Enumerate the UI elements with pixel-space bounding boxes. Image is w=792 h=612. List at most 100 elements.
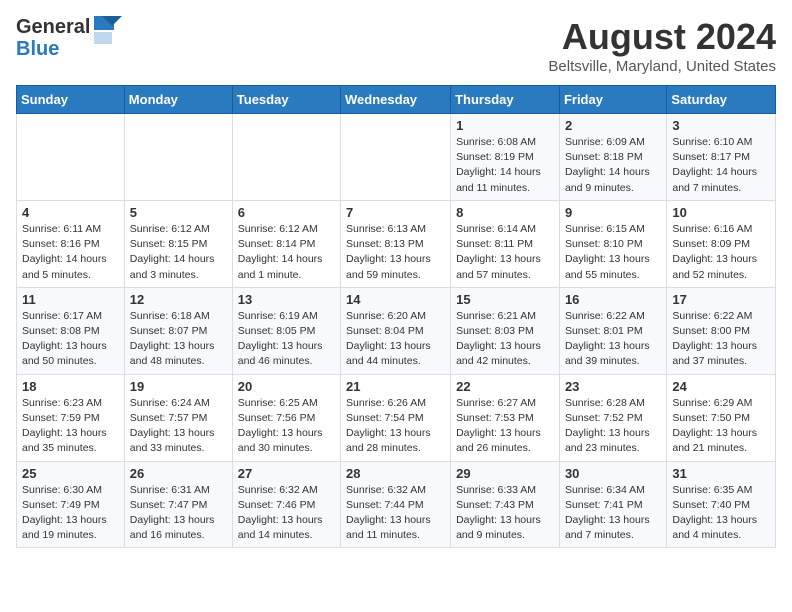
day-info: Sunrise: 6:08 AM Sunset: 8:19 PM Dayligh… (456, 135, 554, 196)
day-info: Sunrise: 6:35 AM Sunset: 7:40 PM Dayligh… (672, 483, 770, 544)
day-info: Sunrise: 6:12 AM Sunset: 8:14 PM Dayligh… (238, 222, 335, 283)
calendar-cell: 17 Sunrise: 6:22 AM Sunset: 8:00 PM Dayli… (667, 287, 776, 374)
day-number: 7 (346, 205, 445, 220)
day-info: Sunrise: 6:13 AM Sunset: 8:13 PM Dayligh… (346, 222, 445, 283)
calendar-cell (232, 114, 340, 201)
day-info: Sunrise: 6:24 AM Sunset: 7:57 PM Dayligh… (130, 396, 227, 457)
calendar-table: SundayMondayTuesdayWednesdayThursdayFrid… (16, 85, 776, 548)
calendar-cell: 25Sunrise: 6:30 AM Sunset: 7:49 PM Dayli… (17, 461, 125, 548)
day-number: 8 (456, 205, 554, 220)
day-info: Sunrise: 6:27 AM Sunset: 7:53 PM Dayligh… (456, 396, 554, 457)
calendar-cell: 15Sunrise: 6:21 AM Sunset: 8:03 PM Dayli… (451, 287, 560, 374)
day-number: 27 (238, 466, 335, 481)
logo: GeneralBlue (16, 16, 122, 60)
day-info: Sunrise: 6:33 AM Sunset: 7:43 PM Dayligh… (456, 483, 554, 544)
calendar-cell: 16Sunrise: 6:22 AM Sunset: 8:01 PM Dayli… (559, 287, 666, 374)
column-header-thursday: Thursday (451, 86, 560, 114)
calendar-cell: 27 Sunrise: 6:32 AM Sunset: 7:46 PM Dayli… (232, 461, 340, 548)
title-block: August 2024 Beltsville, Maryland, United… (548, 16, 776, 75)
day-number: 31 (672, 466, 770, 481)
day-info: Sunrise: 6:30 AM Sunset: 7:49 PM Dayligh… (22, 483, 119, 544)
day-number: 9 (565, 205, 661, 220)
day-info: Sunrise: 6:10 AM Sunset: 8:17 PM Dayligh… (672, 135, 770, 196)
calendar-week-row: 4 Sunrise: 6:11 AM Sunset: 8:16 PM Daylig… (17, 200, 776, 287)
day-number: 10 (672, 205, 770, 220)
calendar-cell: 14 Sunrise: 6:20 AM Sunset: 8:04 PM Dayli… (341, 287, 451, 374)
day-number: 14 (346, 292, 445, 307)
day-number: 5 (130, 205, 227, 220)
day-info: Sunrise: 6:20 AM Sunset: 8:04 PM Dayligh… (346, 309, 445, 370)
calendar-week-row: 11 Sunrise: 6:17 AM Sunset: 8:08 PM Dayli… (17, 287, 776, 374)
calendar-cell (124, 114, 232, 201)
day-info: Sunrise: 6:14 AM Sunset: 8:11 PM Dayligh… (456, 222, 554, 283)
calendar-cell: 11 Sunrise: 6:17 AM Sunset: 8:08 PM Dayli… (17, 287, 125, 374)
calendar-cell: 7 Sunrise: 6:13 AM Sunset: 8:13 PM Daylig… (341, 200, 451, 287)
calendar-week-row: 25Sunrise: 6:30 AM Sunset: 7:49 PM Dayli… (17, 461, 776, 548)
day-number: 24 (672, 379, 770, 394)
column-header-tuesday: Tuesday (232, 86, 340, 114)
day-number: 16 (565, 292, 661, 307)
day-info: Sunrise: 6:09 AM Sunset: 8:18 PM Dayligh… (565, 135, 661, 196)
column-header-saturday: Saturday (667, 86, 776, 114)
day-number: 23 (565, 379, 661, 394)
day-info: Sunrise: 6:17 AM Sunset: 8:08 PM Dayligh… (22, 309, 119, 370)
day-number: 13 (238, 292, 335, 307)
calendar-cell: 21 Sunrise: 6:26 AM Sunset: 7:54 PM Dayli… (341, 374, 451, 461)
day-number: 26 (130, 466, 227, 481)
day-info: Sunrise: 6:28 AM Sunset: 7:52 PM Dayligh… (565, 396, 661, 457)
day-number: 22 (456, 379, 554, 394)
column-header-sunday: Sunday (17, 86, 125, 114)
day-info: Sunrise: 6:25 AM Sunset: 7:56 PM Dayligh… (238, 396, 335, 457)
day-info: Sunrise: 6:32 AM Sunset: 7:46 PM Dayligh… (238, 483, 335, 544)
day-number: 12 (130, 292, 227, 307)
day-number: 28 (346, 466, 445, 481)
calendar-week-row: 18Sunrise: 6:23 AM Sunset: 7:59 PM Dayli… (17, 374, 776, 461)
day-info: Sunrise: 6:34 AM Sunset: 7:41 PM Dayligh… (565, 483, 661, 544)
subtitle: Beltsville, Maryland, United States (548, 58, 776, 75)
day-number: 19 (130, 379, 227, 394)
calendar-cell (341, 114, 451, 201)
calendar-cell (17, 114, 125, 201)
column-header-friday: Friday (559, 86, 666, 114)
calendar-cell: 1Sunrise: 6:08 AM Sunset: 8:19 PM Daylig… (451, 114, 560, 201)
calendar-cell: 30 Sunrise: 6:34 AM Sunset: 7:41 PM Dayli… (559, 461, 666, 548)
day-number: 2 (565, 118, 661, 133)
day-number: 11 (22, 292, 119, 307)
page-header: GeneralBlue August 2024 Beltsville, Mary… (16, 16, 776, 75)
day-number: 30 (565, 466, 661, 481)
calendar-cell: 9Sunrise: 6:15 AM Sunset: 8:10 PM Daylig… (559, 200, 666, 287)
calendar-cell: 22 Sunrise: 6:27 AM Sunset: 7:53 PM Dayli… (451, 374, 560, 461)
calendar-cell: 10 Sunrise: 6:16 AM Sunset: 8:09 PM Dayli… (667, 200, 776, 287)
day-number: 17 (672, 292, 770, 307)
day-info: Sunrise: 6:26 AM Sunset: 7:54 PM Dayligh… (346, 396, 445, 457)
calendar-cell: 26Sunrise: 6:31 AM Sunset: 7:47 PM Dayli… (124, 461, 232, 548)
day-info: Sunrise: 6:18 AM Sunset: 8:07 PM Dayligh… (130, 309, 227, 370)
calendar-cell: 31 Sunrise: 6:35 AM Sunset: 7:40 PM Dayli… (667, 461, 776, 548)
calendar-header-row: SundayMondayTuesdayWednesdayThursdayFrid… (17, 86, 776, 114)
calendar-cell: 6 Sunrise: 6:12 AM Sunset: 8:14 PM Daylig… (232, 200, 340, 287)
calendar-cell: 13 Sunrise: 6:19 AM Sunset: 8:05 PM Dayli… (232, 287, 340, 374)
calendar-cell: 23 Sunrise: 6:28 AM Sunset: 7:52 PM Dayli… (559, 374, 666, 461)
day-info: Sunrise: 6:29 AM Sunset: 7:50 PM Dayligh… (672, 396, 770, 457)
calendar-cell: 24 Sunrise: 6:29 AM Sunset: 7:50 PM Dayli… (667, 374, 776, 461)
day-number: 18 (22, 379, 119, 394)
calendar-cell: 29 Sunrise: 6:33 AM Sunset: 7:43 PM Dayli… (451, 461, 560, 548)
day-info: Sunrise: 6:19 AM Sunset: 8:05 PM Dayligh… (238, 309, 335, 370)
calendar-week-row: 1Sunrise: 6:08 AM Sunset: 8:19 PM Daylig… (17, 114, 776, 201)
day-number: 15 (456, 292, 554, 307)
calendar-cell: 4 Sunrise: 6:11 AM Sunset: 8:16 PM Daylig… (17, 200, 125, 287)
column-header-wednesday: Wednesday (341, 86, 451, 114)
day-info: Sunrise: 6:11 AM Sunset: 8:16 PM Dayligh… (22, 222, 119, 283)
column-header-monday: Monday (124, 86, 232, 114)
calendar-cell: 18Sunrise: 6:23 AM Sunset: 7:59 PM Dayli… (17, 374, 125, 461)
calendar-cell: 28Sunrise: 6:32 AM Sunset: 7:44 PM Dayli… (341, 461, 451, 548)
day-info: Sunrise: 6:16 AM Sunset: 8:09 PM Dayligh… (672, 222, 770, 283)
day-number: 29 (456, 466, 554, 481)
calendar-cell: 2 Sunrise: 6:09 AM Sunset: 8:18 PM Daylig… (559, 114, 666, 201)
day-number: 21 (346, 379, 445, 394)
day-info: Sunrise: 6:22 AM Sunset: 8:00 PM Dayligh… (672, 309, 770, 370)
day-number: 6 (238, 205, 335, 220)
day-number: 4 (22, 205, 119, 220)
calendar-cell: 3Sunrise: 6:10 AM Sunset: 8:17 PM Daylig… (667, 114, 776, 201)
calendar-cell: 19 Sunrise: 6:24 AM Sunset: 7:57 PM Dayli… (124, 374, 232, 461)
